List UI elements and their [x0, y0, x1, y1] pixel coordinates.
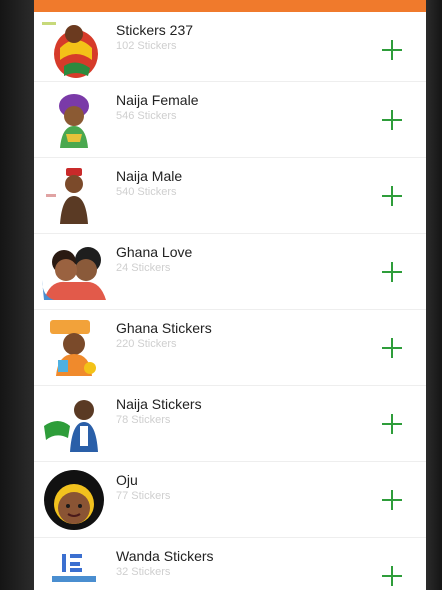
sticker-pack-title: Naija Female — [116, 92, 199, 108]
sticker-pack-title: Ghana Love — [116, 244, 193, 260]
plus-icon — [382, 186, 402, 206]
sticker-pack-count: 540 Stickers — [116, 186, 177, 198]
add-pack-button[interactable] — [378, 486, 406, 514]
sticker-pack-title: Oju — [116, 472, 138, 488]
sticker-pack-thumbnail — [46, 168, 88, 224]
plus-icon — [382, 490, 402, 510]
sticker-pack-thumbnail — [52, 554, 96, 582]
sticker-pack-count: 32 Stickers — [116, 566, 171, 578]
sticker-pack-thumbnail — [59, 94, 89, 148]
sticker-pack-count: 546 Stickers — [116, 110, 177, 122]
plus-icon — [382, 566, 402, 586]
add-pack-button[interactable] — [378, 182, 406, 210]
sticker-pack-thumbnail — [50, 320, 96, 376]
app-bar — [34, 0, 426, 12]
sticker-pack-thumbnail — [44, 400, 98, 452]
phone-frame: Stickers 237 102 Stickers Naija Female 5… — [0, 0, 442, 590]
sticker-pack-title: Wanda Stickers — [116, 548, 214, 564]
phone-bezel-right — [426, 0, 442, 590]
sticker-pack-title: Naija Stickers — [116, 396, 202, 412]
plus-icon — [382, 414, 402, 434]
add-pack-button[interactable] — [378, 334, 406, 362]
sticker-pack-title: Ghana Stickers — [116, 320, 212, 336]
plus-icon — [382, 262, 402, 282]
sticker-pack-count: 220 Stickers — [116, 338, 177, 350]
sticker-pack-row[interactable]: Ghana Love 24 Stickers — [34, 234, 426, 310]
sticker-pack-count: 77 Stickers — [116, 490, 171, 502]
sticker-pack-row[interactable]: Stickers 237 102 Stickers — [34, 12, 426, 82]
phone-bezel-left — [0, 0, 34, 590]
sticker-pack-thumbnail — [42, 22, 98, 78]
sticker-pack-title: Stickers 237 — [116, 22, 194, 38]
sticker-pack-row[interactable]: Naija Male 540 Stickers — [34, 158, 426, 234]
sticker-pack-count: 78 Stickers — [116, 414, 171, 426]
sticker-pack-thumbnail — [44, 470, 104, 530]
add-pack-button[interactable] — [378, 410, 406, 438]
plus-icon — [382, 40, 402, 60]
sticker-pack-count: 24 Stickers — [116, 262, 171, 274]
sticker-pack-count: 102 Stickers — [116, 40, 177, 52]
sticker-pack-row[interactable]: Naija Female 546 Stickers — [34, 82, 426, 158]
sticker-pack-thumbnail — [42, 247, 106, 300]
sticker-pack-row[interactable]: Wanda Stickers 32 Stickers — [34, 538, 426, 590]
plus-icon — [382, 110, 402, 130]
add-pack-button[interactable] — [378, 258, 406, 286]
add-pack-button[interactable] — [378, 36, 406, 64]
sticker-pack-row[interactable]: Oju 77 Stickers — [34, 462, 426, 538]
app-screen: Stickers 237 102 Stickers Naija Female 5… — [34, 0, 426, 590]
add-pack-button[interactable] — [378, 562, 406, 590]
sticker-pack-row[interactable]: Naija Stickers 78 Stickers — [34, 386, 426, 462]
sticker-pack-row[interactable]: Ghana Stickers 220 Stickers — [34, 310, 426, 386]
sticker-pack-list[interactable]: Stickers 237 102 Stickers Naija Female 5… — [34, 12, 426, 590]
add-pack-button[interactable] — [378, 106, 406, 134]
plus-icon — [382, 338, 402, 358]
sticker-pack-title: Naija Male — [116, 168, 183, 184]
